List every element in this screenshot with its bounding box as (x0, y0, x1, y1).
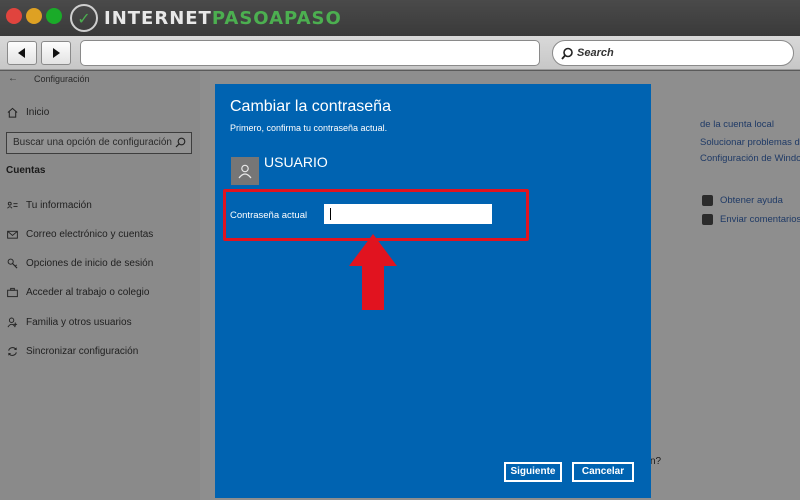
dialog-subtitle: Primero, confirma tu contraseña actual. (230, 123, 388, 133)
chat-help-icon (702, 195, 713, 206)
user-icon (238, 164, 252, 179)
next-button[interactable]: Siguiente (504, 462, 562, 482)
key-icon (6, 257, 18, 269)
sidebar-item-label: Acceder al trabajo o colegio (26, 286, 150, 298)
cancel-button[interactable]: Cancelar (572, 462, 634, 482)
settings-header: ← Configuración (8, 73, 90, 84)
forward-button[interactable] (41, 41, 71, 65)
minimize-window-button[interactable] (26, 8, 42, 24)
settings-search-placeholder: Buscar una opción de configuración (13, 137, 172, 148)
sidebar-item-email-accounts[interactable]: Correo electrónico y cuentas (6, 228, 153, 240)
search-icon (175, 137, 186, 151)
related-link[interactable]: Solucionar problemas de (700, 137, 800, 148)
change-password-dialog: Cambiar la contraseña Primero, confirma … (215, 84, 651, 498)
username: USUARIO (264, 154, 328, 170)
settings-search-input[interactable]: Buscar una opción de configuración (6, 132, 192, 154)
sidebar-item-label: Opciones de inicio de sesión (26, 257, 154, 269)
browser-search-box[interactable]: Search (552, 40, 794, 66)
back-button[interactable] (7, 41, 37, 65)
search-placeholder: Search (577, 47, 614, 59)
sidebar-item-your-info[interactable]: Tu información (6, 199, 92, 211)
address-bar[interactable] (80, 40, 540, 66)
get-help-link[interactable]: Obtener ayuda (702, 195, 783, 206)
settings-sidebar: ← Configuración Inicio Buscar una opción… (0, 71, 200, 500)
back-arrow-icon (18, 48, 25, 58)
sidebar-item-label: Inicio (26, 106, 50, 118)
feedback-icon (702, 214, 713, 225)
browser-titlebar: ✓ INTERNETPASOAPASO (0, 0, 800, 36)
mail-icon (6, 228, 18, 240)
dialog-title: Cambiar la contraseña (230, 98, 391, 115)
browser-toolbar: Search (0, 36, 800, 70)
person-add-icon (6, 316, 18, 328)
send-feedback-label: Enviar comentarios (720, 214, 800, 225)
sidebar-item-sign-in-options[interactable]: Opciones de inicio de sesión (6, 257, 153, 269)
related-link[interactable]: de la cuenta local (700, 119, 774, 130)
related-link[interactable]: Configuración de Windo (700, 153, 800, 164)
trailing-text: n? (650, 456, 662, 467)
annotation-arrow-icon (349, 234, 397, 310)
back-arrow-icon[interactable]: ← (8, 73, 18, 84)
brand-logo-icon: ✓ (70, 4, 98, 32)
sidebar-item-work-school[interactable]: Acceder al trabajo o colegio (6, 286, 149, 298)
send-feedback-link[interactable]: Enviar comentarios (702, 214, 800, 225)
sidebar-item-label: Correo electrónico y cuentas (26, 228, 154, 240)
maximize-window-button[interactable] (46, 8, 62, 24)
site-brand: ✓ INTERNETPASOAPASO (70, 4, 342, 32)
home-icon (6, 106, 18, 118)
person-card-icon (6, 199, 18, 211)
close-window-button[interactable] (6, 8, 22, 24)
sidebar-item-home[interactable]: Inicio (6, 106, 49, 118)
sidebar-item-label: Familia y otros usuarios (26, 316, 132, 328)
sync-icon (6, 345, 18, 357)
settings-header-title: Configuración (34, 73, 90, 84)
briefcase-icon (6, 286, 18, 298)
brand-text: INTERNETPASOAPASO (104, 7, 342, 29)
forward-arrow-icon (53, 48, 60, 58)
get-help-label: Obtener ayuda (720, 195, 783, 206)
section-title: Cuentas (6, 165, 46, 176)
sidebar-item-label: Tu información (26, 199, 92, 211)
avatar (231, 157, 259, 185)
sidebar-item-family-users[interactable]: Familia y otros usuarios (6, 316, 132, 328)
search-icon (561, 47, 573, 60)
sidebar-item-label: Sincronizar configuración (26, 345, 139, 357)
sidebar-item-sync-settings[interactable]: Sincronizar configuración (6, 345, 138, 357)
